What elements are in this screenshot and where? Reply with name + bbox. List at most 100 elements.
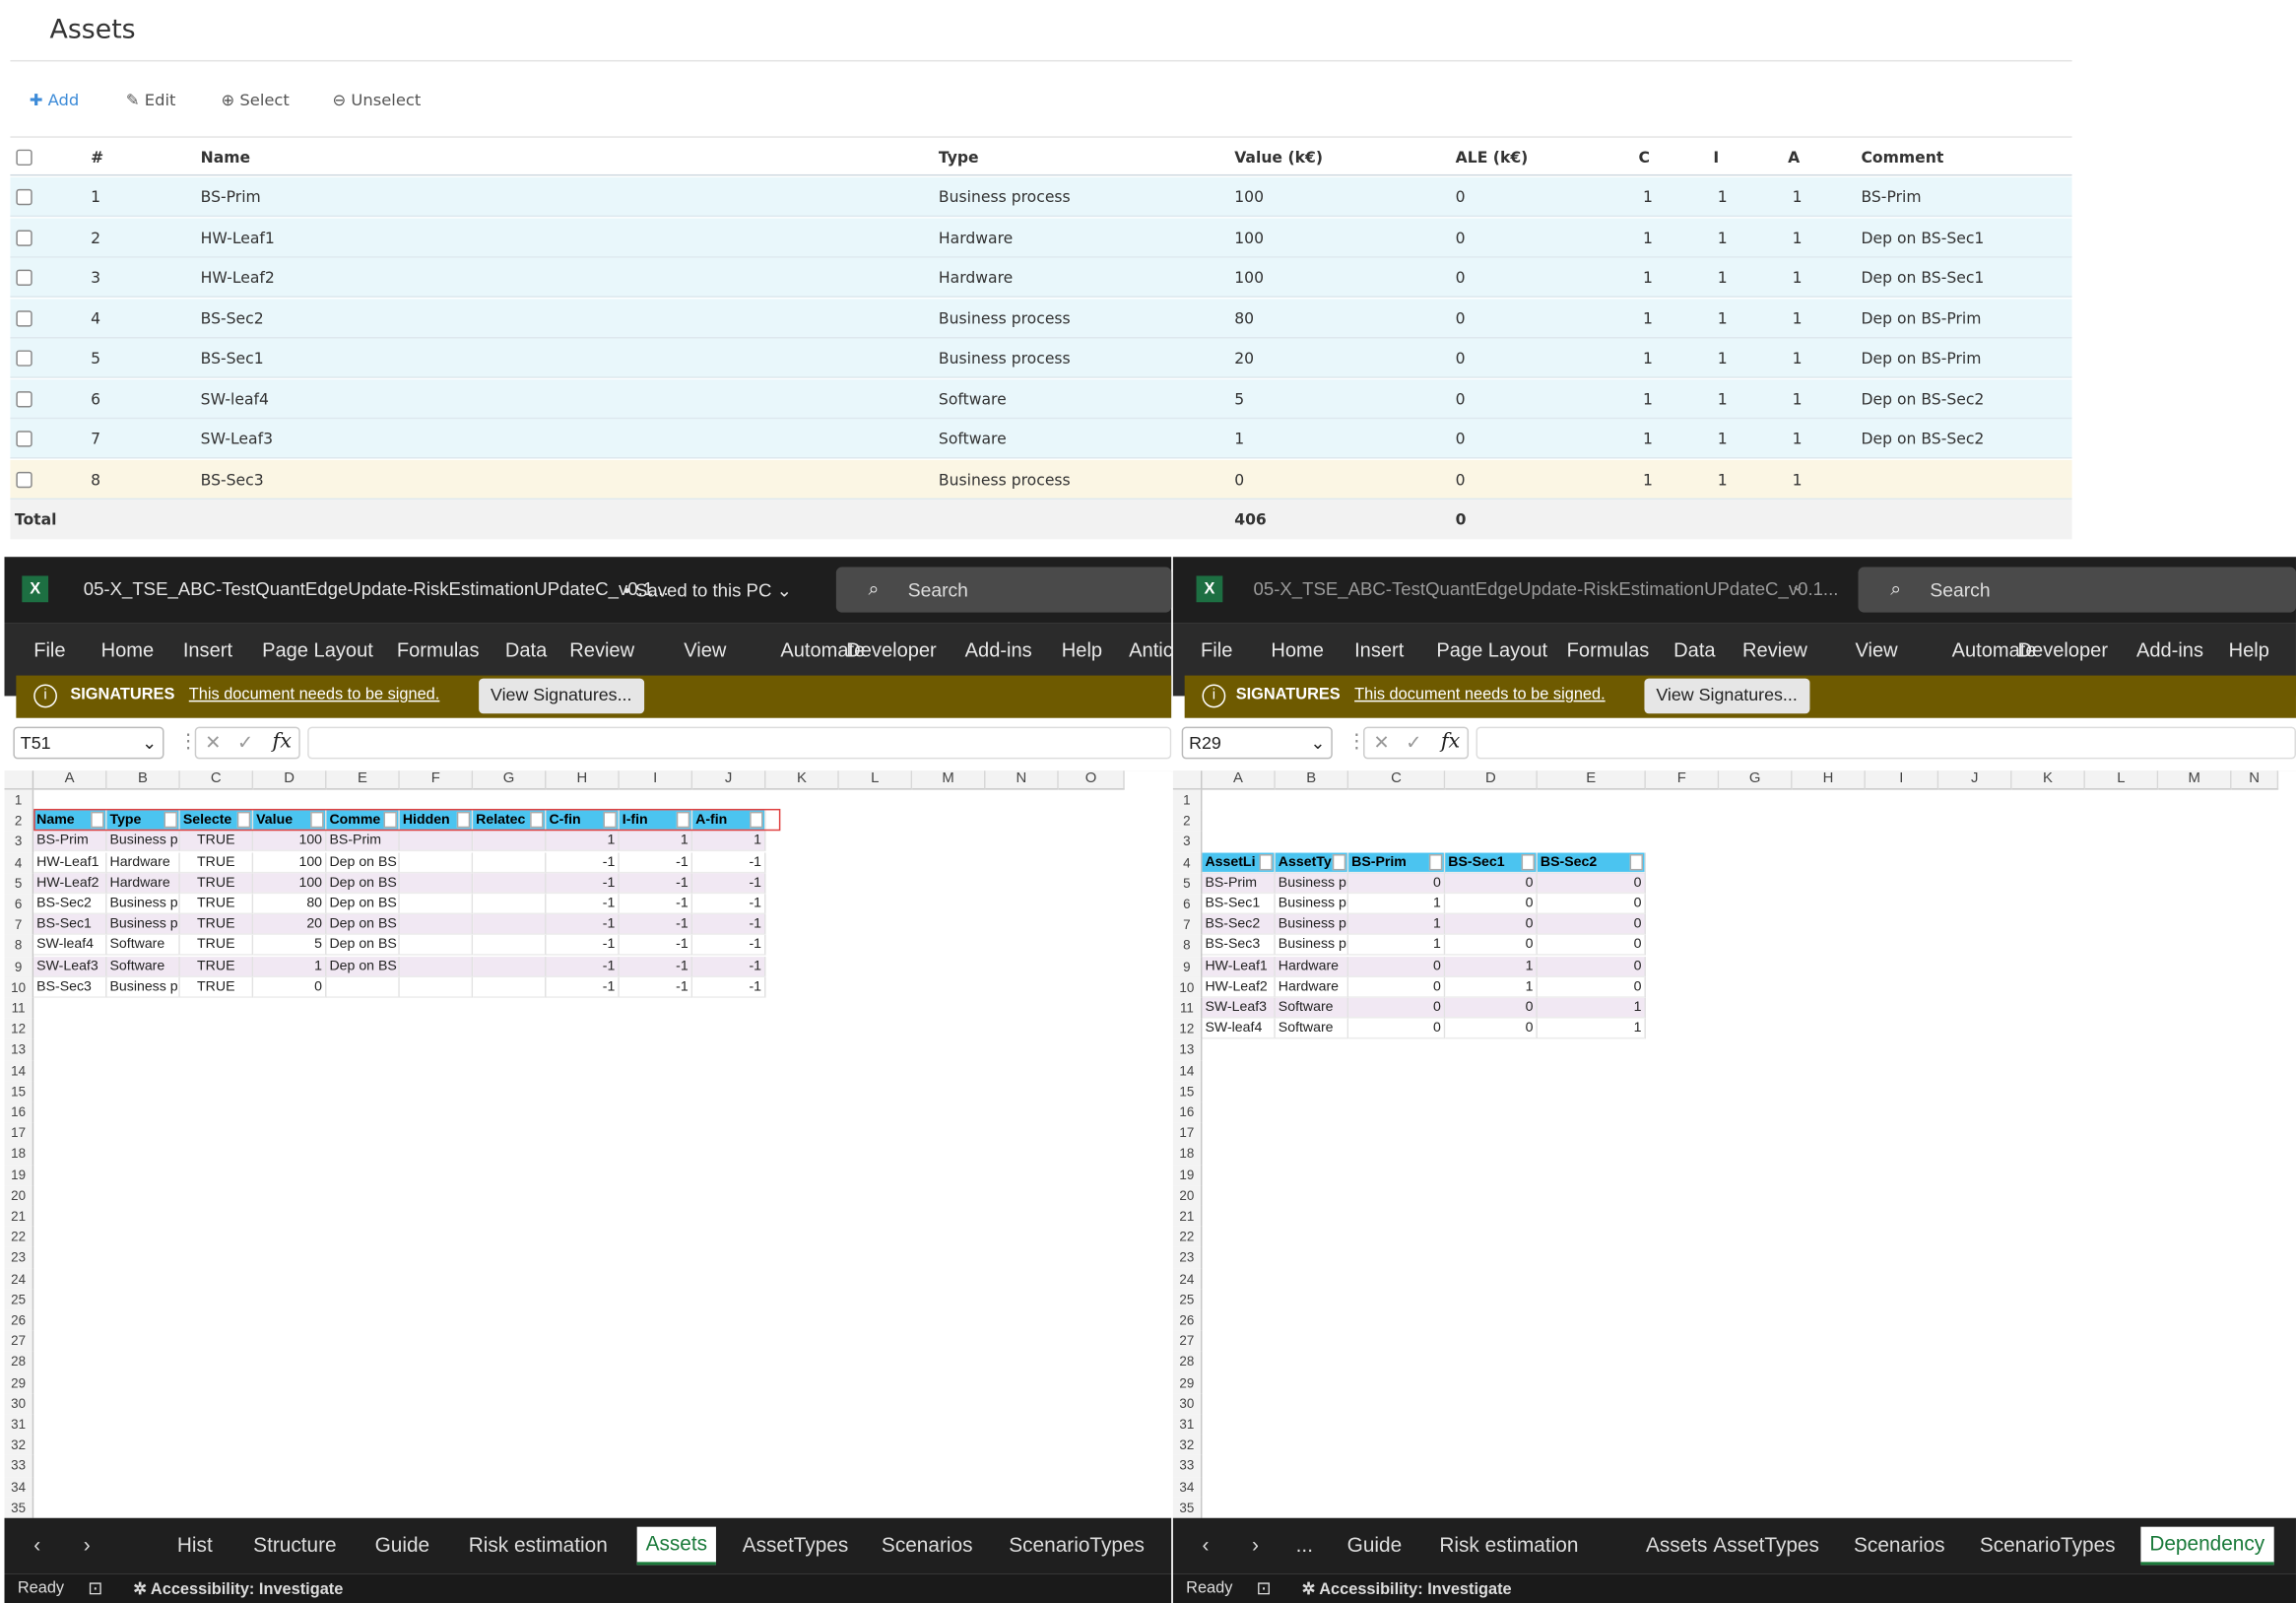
table-cell[interactable]: 1	[1348, 894, 1446, 915]
table-cell[interactable]: Business pr	[1275, 935, 1349, 957]
row-header[interactable]: 14	[1172, 1060, 1203, 1082]
column-header[interactable]: F	[1645, 770, 1720, 790]
table-cell[interactable]: -1	[619, 956, 693, 977]
row-header[interactable]: 2	[4, 810, 34, 832]
row-checkbox[interactable]	[16, 269, 33, 287]
column-header[interactable]: M	[2158, 770, 2232, 790]
row-header[interactable]: 28	[1172, 1351, 1203, 1372]
table-cell[interactable]: 0	[1348, 1018, 1446, 1039]
row-header[interactable]: 7	[4, 914, 34, 936]
table-cell[interactable]: SW-Leaf3	[1202, 997, 1276, 1019]
table-cell[interactable]: 0	[1445, 997, 1538, 1019]
col-header-ale[interactable]: ALE (k€)	[1456, 150, 1529, 167]
view-signatures-button[interactable]: View Signatures...	[479, 678, 644, 714]
row-header[interactable]: 24	[4, 1268, 34, 1290]
row-checkbox[interactable]	[16, 350, 33, 367]
filter-dropdown-icon[interactable]	[1521, 853, 1535, 870]
table-cell[interactable]: -1	[546, 976, 620, 998]
table-cell[interactable]: -1	[692, 873, 766, 894]
table-cell[interactable]: Business pr	[106, 976, 180, 998]
row-header[interactable]: 17	[4, 1122, 34, 1144]
table-row[interactable]: 8 BS-Sec3 Business process 0 0 1 1 1	[10, 459, 2072, 500]
table-cell[interactable]: -1	[546, 894, 620, 915]
table-cell[interactable]: TRUE	[179, 831, 254, 852]
table-row[interactable]: 1 BS-Prim Business process 100 0 1 1 1 BS-Prim	[10, 176, 2072, 218]
sheet-tab-scenarios[interactable]: Scenarios	[882, 1533, 973, 1557]
table-cell[interactable]: -1	[546, 851, 620, 873]
row-checkbox[interactable]	[16, 390, 33, 407]
row-header[interactable]: 34	[4, 1476, 34, 1498]
table-cell[interactable]: Dep on BS	[326, 914, 400, 936]
table-cell[interactable]: Dep on BS	[326, 956, 400, 977]
table-cell[interactable]: BS-Prim	[33, 831, 107, 852]
column-header[interactable]: G	[1719, 770, 1793, 790]
row-header[interactable]: 19	[4, 1164, 34, 1185]
table-cell[interactable]: HW-Leaf2	[33, 873, 107, 894]
function-icon[interactable]: fx	[273, 730, 292, 754]
table-cell[interactable]: Software	[106, 956, 180, 977]
sheet-tab-scenarios[interactable]: Scenarios	[1854, 1533, 1945, 1557]
table-cell[interactable]	[399, 831, 474, 852]
table-row[interactable]: 5 BS-Sec1 Business process 20 0 1 1 1 Dep on BS-…	[10, 338, 2072, 378]
row-header[interactable]: 2	[1172, 810, 1203, 832]
table-cell[interactable]: TRUE	[179, 935, 254, 957]
row-header[interactable]: 3	[1172, 831, 1203, 852]
table-row[interactable]: 6 SW-leaf4 Software 5 0 1 1 1 Dep on BS-Sec2	[10, 378, 2072, 419]
menu-home[interactable]: Home	[101, 638, 155, 660]
table-cell[interactable]: 80	[253, 894, 327, 915]
sheet-tab-guide[interactable]: Guide	[375, 1533, 430, 1557]
view-signatures-button[interactable]: View Signatures...	[1644, 678, 1809, 714]
sheet-tab-scenariotypes[interactable]: ScenarioTypes	[1009, 1533, 1145, 1557]
row-header[interactable]: 30	[4, 1393, 34, 1415]
check-icon[interactable]: ✓	[237, 731, 253, 755]
row-header[interactable]: 6	[1172, 894, 1203, 915]
row-checkbox[interactable]	[16, 309, 33, 326]
column-header[interactable]: G	[473, 770, 547, 790]
table-cell[interactable]: Software	[1275, 997, 1349, 1019]
column-header[interactable]: C	[1348, 770, 1446, 790]
row-header[interactable]: 33	[1172, 1455, 1203, 1477]
row-checkbox[interactable]	[16, 431, 33, 447]
add-button[interactable]: ✚ Add	[30, 91, 80, 109]
row-header[interactable]: 8	[4, 935, 34, 957]
row-header[interactable]: 28	[4, 1351, 34, 1372]
column-header[interactable]: A	[1202, 770, 1276, 790]
table-cell[interactable]: 1	[1348, 935, 1446, 957]
column-header[interactable]: J	[692, 770, 766, 790]
filter-dropdown-icon[interactable]	[1428, 853, 1443, 870]
table-cell[interactable]: 0	[1445, 935, 1538, 957]
row-header[interactable]: 26	[4, 1309, 34, 1331]
table-cell[interactable]	[473, 976, 547, 998]
col-header-c[interactable]: C	[1639, 150, 1650, 167]
table-cell[interactable]: -1	[692, 894, 766, 915]
table-cell[interactable]: 1	[546, 831, 620, 852]
row-header[interactable]: 15	[4, 1081, 34, 1102]
table-cell[interactable]: Hardware	[106, 851, 180, 873]
menu-insert[interactable]: Insert	[1354, 638, 1404, 660]
table-cell[interactable]: SW-leaf4	[1202, 1018, 1276, 1039]
table-cell[interactable]: 1	[619, 831, 693, 852]
table-cell[interactable]: 0	[1537, 914, 1646, 936]
row-header[interactable]: 16	[4, 1102, 34, 1123]
table-cell[interactable]: 1	[692, 831, 766, 852]
row-header[interactable]: 12	[1172, 1018, 1203, 1039]
table-cell[interactable]: HW-Leaf1	[1202, 956, 1276, 977]
row-header[interactable]: 13	[4, 1039, 34, 1061]
row-checkbox[interactable]	[16, 229, 33, 246]
column-header[interactable]: N	[2231, 770, 2279, 790]
row-header[interactable]: 18	[4, 1143, 34, 1165]
select-all-corner[interactable]	[4, 770, 34, 790]
menu-view[interactable]: View	[1856, 638, 1898, 660]
accessibility-status[interactable]: ✲ Accessibility: Investigate	[133, 1579, 343, 1599]
chevron-down-icon[interactable]: ⌄	[1791, 575, 1804, 595]
row-header[interactable]: 4	[4, 851, 34, 874]
row-header[interactable]: 9	[1172, 956, 1203, 977]
row-header[interactable]: 35	[4, 1497, 34, 1518]
table-cell[interactable]: 1	[1537, 997, 1646, 1019]
table-cell[interactable]: 0	[1537, 873, 1646, 894]
select-all-checkbox[interactable]	[16, 149, 33, 167]
column-header[interactable]: E	[1537, 770, 1646, 790]
select-button[interactable]: ⊕ Select	[221, 91, 289, 109]
row-header[interactable]: 25	[1172, 1289, 1203, 1310]
table-row[interactable]: 7 SW-Leaf3 Software 1 0 1 1 1 Dep on BS-Sec2	[10, 419, 2072, 459]
